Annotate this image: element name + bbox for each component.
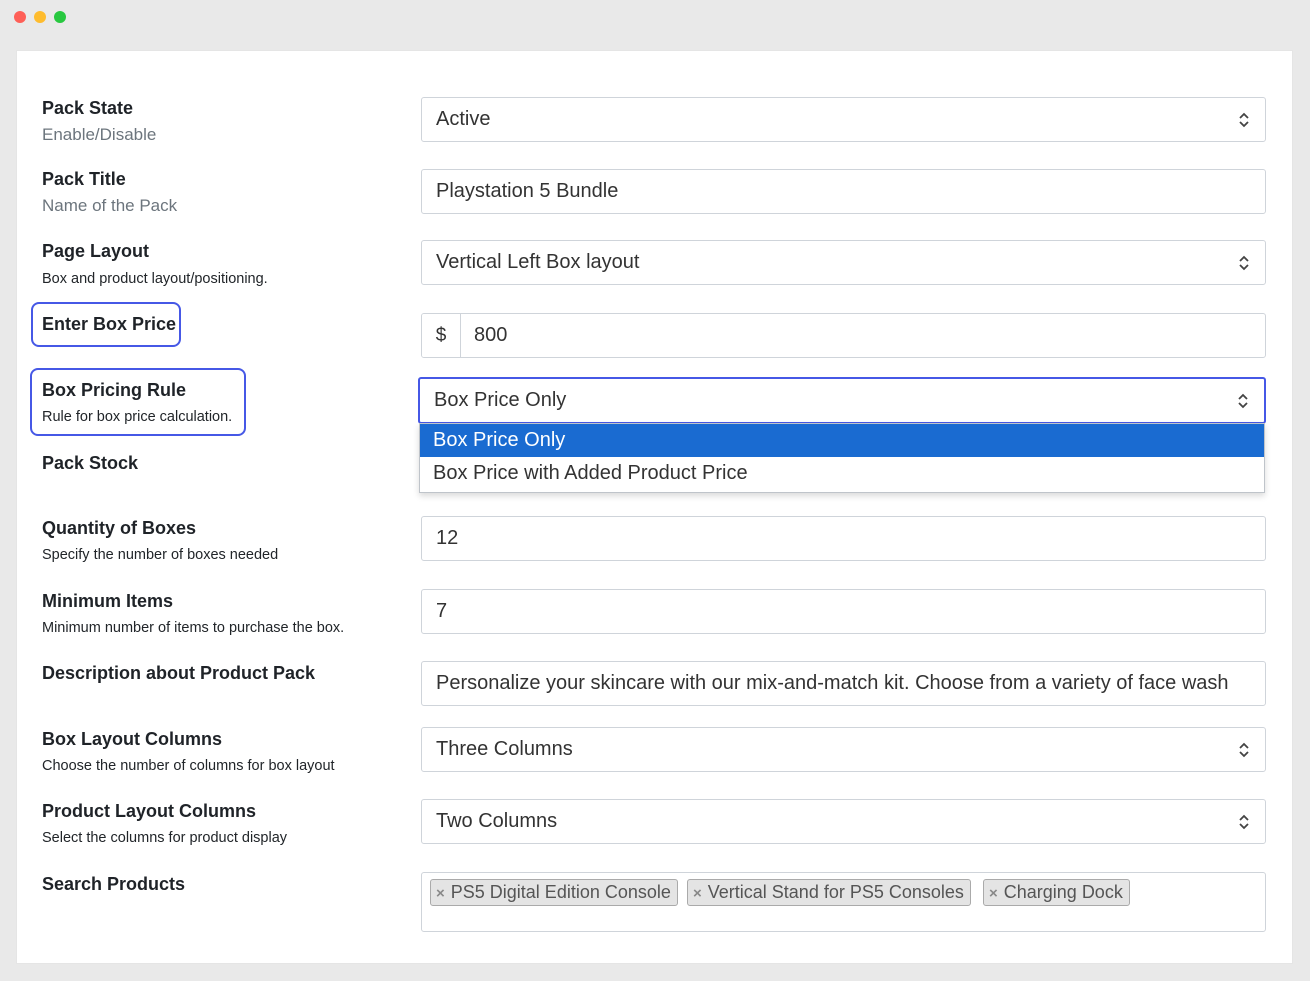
description-value: Personalize your skincare with our mix-a…	[436, 672, 1229, 694]
pack-title-label: Pack Title	[42, 169, 126, 189]
description-label: Description about Product Pack	[42, 663, 316, 683]
pricing-rule-dropdown-list: Box Price Only Box Price with Added Prod…	[419, 423, 1265, 493]
minimize-window-button[interactable]	[34, 11, 46, 23]
currency-prefix: $	[422, 314, 461, 357]
remove-tag-icon[interactable]: ×	[693, 885, 702, 902]
pricing-rule-highlight	[30, 368, 246, 436]
product-layout-columns-sublabel: Select the columns for product display	[42, 830, 288, 846]
quantity-boxes-value: 12	[436, 527, 459, 549]
page-layout-sublabel: Box and product layout/positioning.	[42, 271, 268, 287]
product-pack-form: Pack State Enable/Disable Active Pack Ti…	[16, 50, 1293, 964]
pack-title-value: Playstation 5 Bundle	[436, 180, 619, 202]
pack-state-select[interactable]: Active	[421, 97, 1266, 142]
minimum-items-input[interactable]: 7	[421, 589, 1266, 634]
pack-title-input[interactable]: Playstation 5 Bundle	[421, 169, 1266, 214]
description-input[interactable]: Personalize your skincare with our mix-a…	[421, 661, 1266, 706]
product-layout-columns-value: Two Columns	[436, 810, 558, 832]
pack-title-sublabel: Name of the Pack	[42, 196, 178, 215]
pack-stock-label: Pack Stock	[42, 453, 139, 473]
window-titlebar	[0, 0, 1310, 32]
quantity-boxes-sublabel: Specify the number of boxes needed	[42, 547, 279, 563]
product-tag[interactable]: × PS5 Digital Edition Console	[430, 879, 678, 906]
select-arrows-icon	[1239, 814, 1249, 830]
pricing-rule-value: Box Price Only	[434, 389, 567, 411]
select-arrows-icon	[1239, 112, 1249, 128]
pricing-rule-sublabel: Rule for box price calculation.	[42, 409, 233, 425]
remove-tag-icon[interactable]: ×	[989, 885, 998, 902]
box-price-value: 800	[474, 324, 508, 346]
box-layout-columns-value: Three Columns	[436, 738, 573, 760]
search-products-label: Search Products	[42, 874, 186, 894]
box-layout-columns-sublabel: Choose the number of columns for box lay…	[42, 758, 335, 774]
minimum-items-sublabel: Minimum number of items to purchase the …	[42, 620, 345, 636]
product-layout-columns-select[interactable]: Two Columns	[421, 799, 1266, 844]
product-tag[interactable]: × Vertical Stand for PS5 Consoles	[687, 879, 971, 906]
box-layout-columns-select[interactable]: Three Columns	[421, 727, 1266, 772]
box-price-input[interactable]: $ 800	[421, 313, 1266, 358]
quantity-boxes-input[interactable]: 12	[421, 516, 1266, 561]
product-tag[interactable]: × Charging Dock	[983, 879, 1130, 906]
remove-tag-icon[interactable]: ×	[436, 885, 445, 902]
select-arrows-icon	[1239, 742, 1249, 758]
page-layout-select[interactable]: Vertical Left Box layout	[421, 240, 1266, 285]
maximize-window-button[interactable]	[54, 11, 66, 23]
pack-state-sublabel: Enable/Disable	[42, 125, 157, 144]
dropdown-option-box-price-with-added-product-price[interactable]: Box Price with Added Product Price	[420, 457, 1264, 490]
quantity-boxes-label: Quantity of Boxes	[42, 518, 197, 538]
search-products-multiselect[interactable]: × PS5 Digital Edition Console × Vertical S…	[421, 872, 1266, 932]
select-arrows-icon	[1238, 393, 1248, 409]
pack-state-value: Active	[436, 108, 491, 130]
page-layout-value: Vertical Left Box layout	[436, 251, 640, 273]
dropdown-option-box-price-only[interactable]: Box Price Only	[420, 424, 1264, 457]
minimum-items-label: Minimum Items	[42, 591, 174, 611]
close-window-button[interactable]	[14, 11, 26, 23]
pricing-rule-select[interactable]: Box Price Only	[418, 377, 1266, 424]
minimum-items-value: 7	[436, 600, 448, 622]
page-layout-label: Page Layout	[42, 241, 150, 261]
box-price-label: Enter Box Price	[42, 314, 177, 334]
select-arrows-icon	[1239, 255, 1249, 271]
pricing-rule-label: Box Pricing Rule	[42, 380, 187, 400]
product-layout-columns-label: Product Layout Columns	[42, 801, 257, 821]
pack-state-label: Pack State	[42, 98, 134, 118]
box-layout-columns-label: Box Layout Columns	[42, 729, 223, 749]
